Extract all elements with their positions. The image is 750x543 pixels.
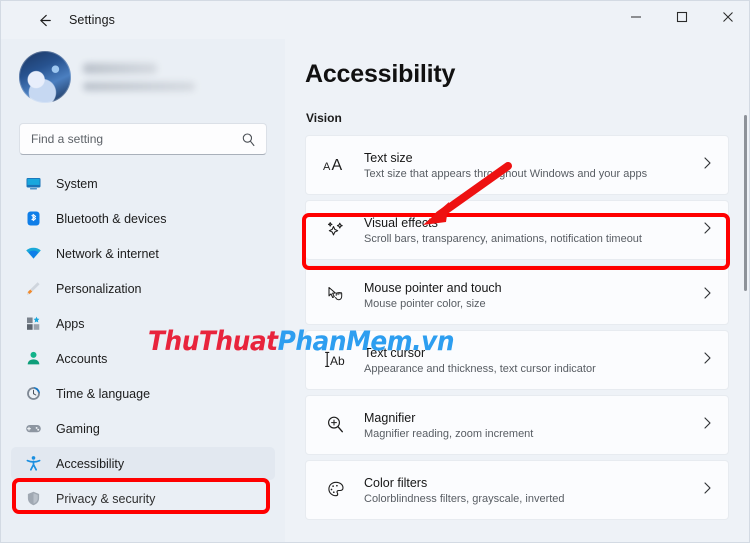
card-text-size[interactable]: A A Text size Text size that appears thr… [305, 135, 729, 195]
text-cursor-icon: Ab [316, 349, 356, 371]
content-scrollbar[interactable] [744, 115, 747, 291]
settings-card-list: A A Text size Text size that appears thr… [305, 135, 729, 520]
sidebar-item-label: Privacy & security [56, 491, 156, 506]
profile-email-redacted [83, 82, 195, 91]
settings-window: Settings Find a setting System Bluetooth… [0, 0, 750, 543]
card-title: Text size [364, 150, 413, 165]
wifi-icon [23, 244, 43, 264]
chevron-right-icon [702, 221, 713, 240]
back-arrow-icon [39, 14, 51, 26]
window-title: Settings [69, 13, 115, 27]
sidebar-item-label: Gaming [56, 421, 100, 436]
sidebar-item-label: Network & internet [56, 246, 159, 261]
back-button[interactable] [27, 5, 61, 35]
card-subtitle: Magnifier reading, zoom increment [364, 427, 534, 440]
chevron-right-icon [702, 481, 713, 500]
apps-icon [23, 314, 43, 334]
card-text: Text cursor Appearance and thickness, te… [364, 346, 702, 375]
bluetooth-icon [23, 209, 43, 229]
page-title: Accessibility [305, 60, 456, 88]
card-title: Mouse pointer and touch [364, 280, 502, 295]
card-title: Visual effects [364, 215, 438, 230]
sidebar-item-label: Time & language [56, 386, 151, 401]
sidebar-item-gaming[interactable]: Gaming [11, 412, 275, 445]
card-mouse-pointer-and-touch[interactable]: Mouse pointer and touch Mouse pointer co… [305, 265, 729, 325]
sidebar-item-label: System [56, 176, 98, 191]
card-text: Visual effects Scroll bars, transparency… [364, 216, 702, 245]
main-content: Accessibility Vision A A Text size Text … [285, 39, 749, 542]
chevron-right-icon [702, 416, 713, 435]
card-subtitle: Mouse pointer color, size [364, 297, 486, 310]
card-visual-effects[interactable]: Visual effects Scroll bars, transparency… [305, 200, 729, 260]
avatar [19, 51, 71, 103]
paintbrush-icon [23, 279, 43, 299]
magnifier-icon [316, 413, 356, 437]
card-text-cursor[interactable]: Ab Text cursor Appearance and thickness,… [305, 330, 729, 390]
minimize-icon [631, 16, 641, 18]
monitor-icon [23, 174, 43, 194]
profile-text [83, 63, 195, 91]
sidebar-item-time-language[interactable]: Time & language [11, 377, 275, 410]
card-title: Text cursor [364, 345, 426, 360]
person-icon [23, 349, 43, 369]
shield-icon [23, 489, 43, 509]
card-text: Text size Text size that appears through… [364, 151, 702, 180]
sidebar-item-personalization[interactable]: Personalization [11, 272, 275, 305]
profile-name-redacted [83, 63, 157, 74]
color-palette-icon [316, 478, 356, 502]
sidebar-item-apps[interactable]: Apps [11, 307, 275, 340]
sidebar-item-label: Accessibility [56, 456, 125, 471]
chevron-right-icon [702, 156, 713, 175]
search-box[interactable] [19, 123, 267, 155]
maximize-button[interactable] [659, 1, 705, 33]
card-subtitle: Appearance and thickness, text cursor in… [364, 362, 596, 375]
sidebar-item-system[interactable]: System [11, 167, 275, 200]
card-subtitle: Colorblindness filters, grayscale, inver… [364, 492, 565, 505]
chevron-right-icon [702, 351, 713, 370]
close-button[interactable] [705, 1, 749, 33]
sidebar-item-label: Accounts [56, 351, 108, 366]
search-icon [241, 132, 256, 152]
card-text: Color filters Colorblindness filters, gr… [364, 476, 702, 505]
card-text: Mouse pointer and touch Mouse pointer co… [364, 281, 702, 310]
user-profile[interactable] [19, 51, 285, 103]
sidebar: System Bluetooth & devices [1, 39, 285, 542]
sidebar-item-label: Bluetooth & devices [56, 211, 167, 226]
svg-text:Ab: Ab [330, 354, 345, 368]
window-controls [613, 1, 749, 39]
maximize-icon [676, 11, 688, 23]
sidebar-item-network-internet[interactable]: Network & internet [11, 237, 275, 270]
title-bar: Settings [1, 1, 749, 39]
sidebar-item-bluetooth-devices[interactable]: Bluetooth & devices [11, 202, 275, 235]
minimize-button[interactable] [613, 1, 659, 33]
section-label-vision: Vision [306, 111, 342, 125]
text-size-icon: A A [316, 154, 356, 176]
card-color-filters[interactable]: Color filters Colorblindness filters, gr… [305, 460, 729, 520]
sidebar-nav: System Bluetooth & devices Network & int… [1, 167, 285, 515]
card-subtitle: Text size that appears throughout Window… [364, 167, 648, 180]
card-title: Magnifier [364, 410, 416, 425]
svg-text:A: A [323, 161, 331, 173]
card-subtitle: Scroll bars, transparency, animations, n… [364, 232, 642, 245]
gamepad-icon [23, 419, 43, 439]
sidebar-item-label: Apps [56, 316, 85, 331]
sidebar-item-accessibility[interactable]: Accessibility [11, 447, 275, 480]
svg-text:A: A [332, 157, 343, 174]
sparkles-icon [316, 218, 356, 242]
card-title: Color filters [364, 475, 428, 490]
close-icon [723, 12, 733, 22]
sidebar-item-privacy-security[interactable]: Privacy & security [11, 482, 275, 515]
accessibility-icon [23, 454, 43, 474]
card-magnifier[interactable]: Magnifier Magnifier reading, zoom increm… [305, 395, 729, 455]
chevron-right-icon [702, 286, 713, 305]
search-input[interactable] [20, 132, 230, 146]
mouse-pointer-icon [316, 283, 356, 307]
card-text: Magnifier Magnifier reading, zoom increm… [364, 411, 702, 440]
clock-icon [23, 384, 43, 404]
sidebar-item-accounts[interactable]: Accounts [11, 342, 275, 375]
sidebar-item-label: Personalization [56, 281, 142, 296]
